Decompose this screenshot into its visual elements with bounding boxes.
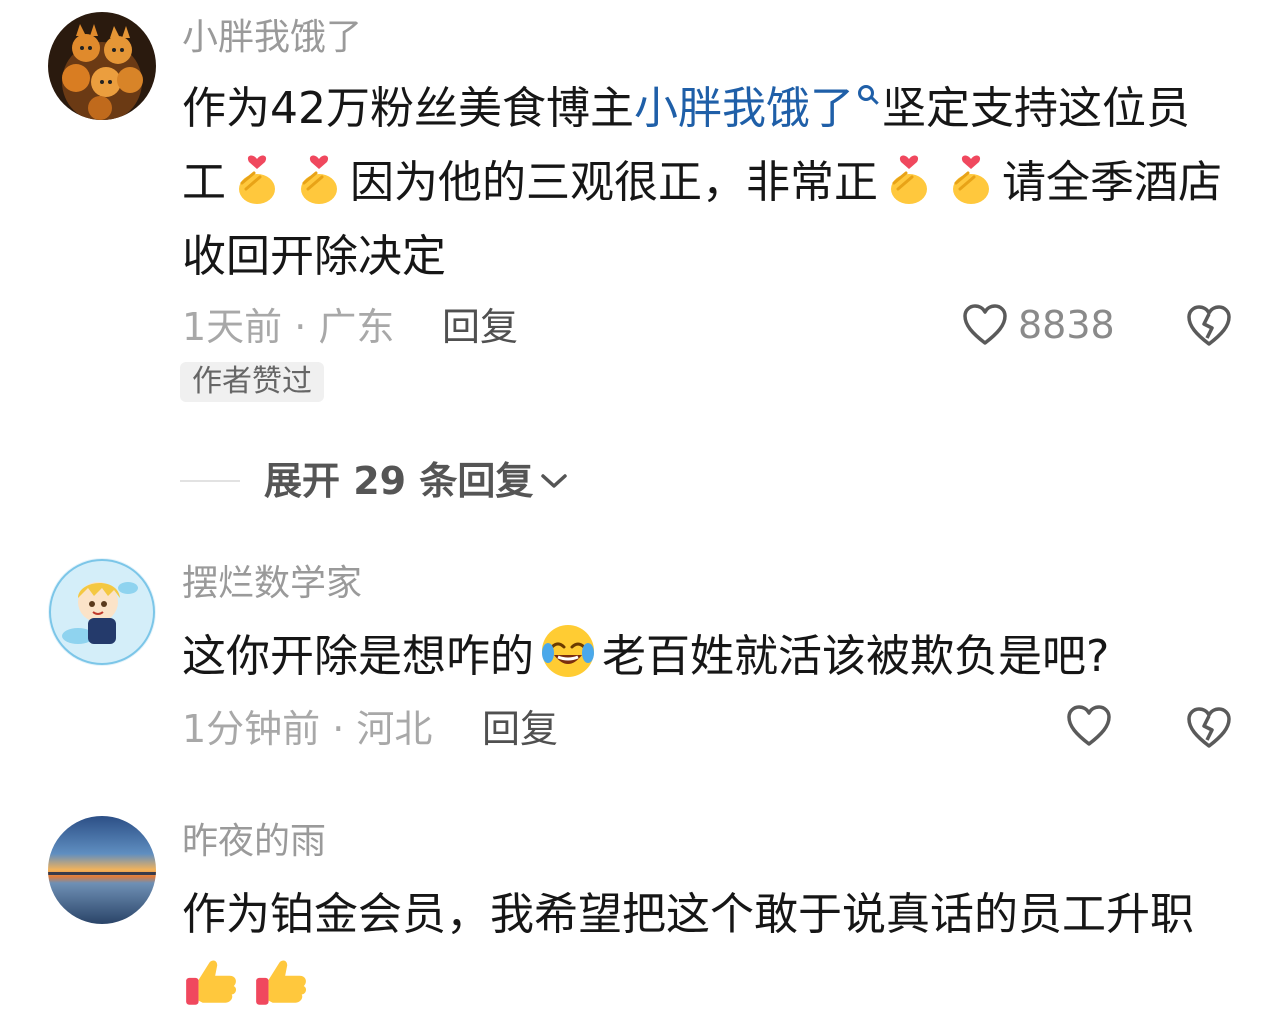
finger-heart-emoji bbox=[891, 155, 927, 204]
username[interactable]: 昨夜的雨 bbox=[182, 820, 326, 864]
thumbs-up-emoji bbox=[256, 960, 307, 1005]
reply-button[interactable]: 回复 bbox=[482, 706, 558, 752]
search-icon bbox=[858, 85, 874, 101]
thumbs-up-emoji bbox=[186, 960, 237, 1005]
like-count: 8838 bbox=[1018, 303, 1115, 347]
expand-replies-button[interactable]: 展开 29 条回复 bbox=[180, 458, 569, 504]
avatar[interactable] bbox=[48, 12, 156, 120]
comment-text: 作为铂金会员，我希望把这个敢于说真话的员工升职 bbox=[182, 878, 1232, 1021]
username[interactable]: 摆烂数学家 bbox=[182, 562, 362, 606]
finger-heart-emoji bbox=[301, 155, 337, 204]
like-button[interactable]: 8838 bbox=[962, 302, 1115, 348]
avatar[interactable] bbox=[48, 558, 156, 666]
finger-heart-emoji bbox=[953, 155, 989, 204]
heart-icon bbox=[1067, 705, 1111, 746]
broken-heart-icon bbox=[1187, 707, 1231, 748]
author-liked-badge: 作者赞过 bbox=[180, 362, 324, 402]
comment-time-location: 1分钟前 · 河北 bbox=[182, 707, 433, 751]
dislike-button[interactable] bbox=[1186, 304, 1232, 352]
expand-replies-label: 展开 29 条回复 bbox=[264, 459, 534, 503]
comment-text: 这你开除是想咋的 老百姓就活该被欺负是吧? bbox=[182, 620, 1232, 694]
like-button[interactable] bbox=[1066, 704, 1112, 748]
reply-button[interactable]: 回复 bbox=[442, 304, 518, 350]
broken-heart-icon bbox=[1187, 305, 1231, 346]
mention-link[interactable]: 小胖我饿了 bbox=[634, 83, 854, 134]
comment-time-location: 1天前 · 广东 bbox=[182, 305, 395, 349]
username[interactable]: 小胖我饿了 bbox=[182, 16, 362, 60]
comment-text: 作为42万粉丝美食博主小胖我饿了 坚定支持这位员工 因为他的三观很正，非常正 请全季酒… bbox=[182, 83, 1222, 282]
finger-heart-emoji bbox=[239, 155, 275, 204]
comment-list: 小胖我饿了 作为42万粉丝美食博主小胖我饿了 坚定支持这位员工 因为他的三观很正，非… bbox=[0, 0, 1284, 1021]
divider-line bbox=[180, 480, 240, 482]
laughing-crying-emoji bbox=[542, 625, 594, 677]
dislike-button[interactable] bbox=[1186, 706, 1232, 754]
avatar[interactable] bbox=[48, 816, 156, 924]
heart-icon bbox=[963, 304, 1007, 345]
chevron-down-icon bbox=[541, 474, 568, 488]
